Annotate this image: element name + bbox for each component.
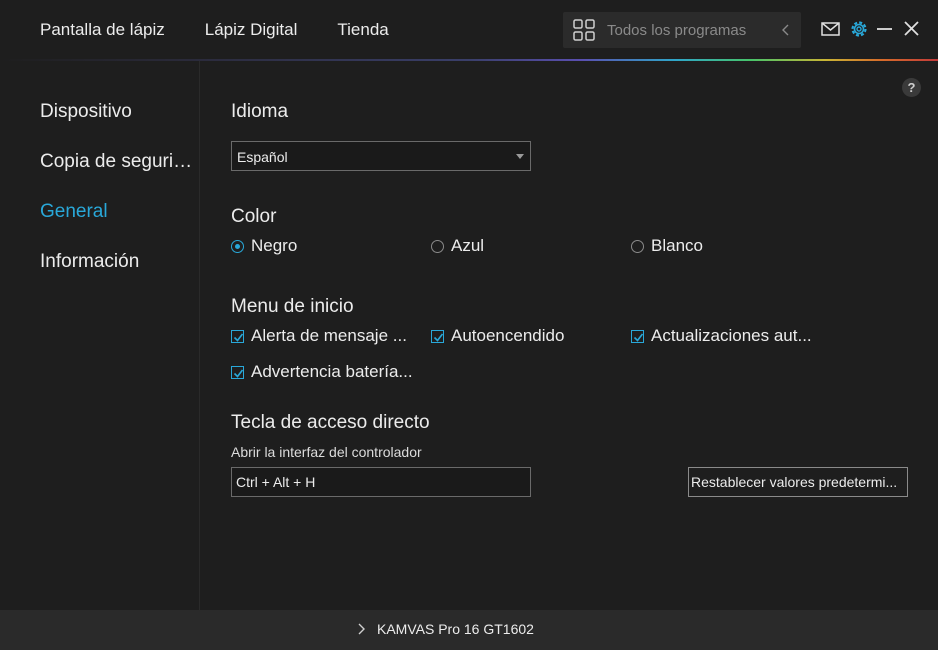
checkbox-label: Autoencendido bbox=[451, 326, 565, 345]
sidebar-item-info[interactable]: Información bbox=[40, 251, 200, 273]
radio-color-blue[interactable]: Azul bbox=[431, 236, 484, 256]
reset-defaults-button[interactable]: Restablecer valores predetermi... bbox=[688, 467, 908, 497]
checkbox-label: Actualizaciones aut... bbox=[651, 326, 812, 345]
checkbox-label: Alerta de mensaje ... bbox=[251, 326, 407, 345]
grid-icon[interactable] bbox=[573, 19, 595, 41]
sidebar-item-backup[interactable]: Copia de seguridad bbox=[40, 151, 200, 173]
checkbox-autostart[interactable]: Autoencendido bbox=[431, 326, 564, 346]
radio-unselected-icon bbox=[631, 239, 644, 253]
footer: KAMVAS Pro 16 GT1602 bbox=[0, 610, 938, 650]
hotkey-label: Abrir la interfaz del controlador bbox=[231, 444, 422, 460]
checkbox-checked-icon bbox=[631, 329, 644, 343]
sidebar-item-general[interactable]: General bbox=[40, 201, 200, 223]
chevron-right-icon bbox=[358, 623, 365, 635]
checkbox-label: Advertencia batería... bbox=[251, 362, 413, 381]
checkbox-battery-warning[interactable]: Advertencia batería... bbox=[231, 362, 413, 382]
radio-selected-icon bbox=[231, 239, 244, 253]
checkbox-auto-updates[interactable]: Actualizaciones aut... bbox=[631, 326, 812, 346]
color-title: Color bbox=[231, 206, 277, 227]
dropdown-arrow-icon bbox=[516, 154, 524, 159]
help-icon[interactable]: ? bbox=[902, 78, 921, 97]
radio-unselected-icon bbox=[431, 239, 444, 253]
radio-label: Negro bbox=[251, 236, 298, 255]
program-search bbox=[563, 12, 801, 48]
chevron-left-icon[interactable] bbox=[779, 23, 793, 37]
hotkey-input[interactable] bbox=[231, 467, 531, 497]
device-name: KAMVAS Pro 16 GT1602 bbox=[377, 621, 534, 637]
nav-pen-tablet[interactable]: Lápiz Digital bbox=[205, 20, 298, 40]
nav-pen-display[interactable]: Pantalla de lápiz bbox=[40, 20, 165, 40]
language-title: Idioma bbox=[231, 101, 289, 122]
close-icon[interactable] bbox=[901, 18, 923, 40]
radio-color-white[interactable]: Blanco bbox=[631, 236, 703, 256]
minimize-icon[interactable] bbox=[874, 18, 896, 40]
gear-icon[interactable] bbox=[848, 18, 870, 40]
top-bar: Pantalla de lápiz Lápiz Digital Tienda bbox=[0, 0, 938, 61]
nav-store[interactable]: Tienda bbox=[337, 20, 388, 40]
radio-color-black[interactable]: Negro bbox=[231, 236, 297, 256]
checkbox-message-alert[interactable]: Alerta de mensaje ... bbox=[231, 326, 407, 346]
checkbox-checked-icon bbox=[431, 329, 444, 343]
sidebar: Dispositivo Copia de seguridad General I… bbox=[0, 61, 200, 610]
hotkey-title: Tecla de acceso directo bbox=[231, 412, 430, 433]
search-input[interactable] bbox=[607, 20, 772, 40]
radio-label: Blanco bbox=[651, 236, 703, 255]
checkbox-checked-icon bbox=[231, 365, 244, 379]
top-nav: Pantalla de lápiz Lápiz Digital Tienda bbox=[40, 0, 429, 60]
sidebar-item-device[interactable]: Dispositivo bbox=[40, 101, 200, 123]
device-selector[interactable]: KAMVAS Pro 16 GT1602 bbox=[357, 621, 534, 637]
mail-icon[interactable] bbox=[820, 18, 842, 40]
checkbox-checked-icon bbox=[231, 329, 244, 343]
language-value: Español bbox=[237, 149, 288, 165]
radio-label: Azul bbox=[451, 236, 485, 255]
language-select[interactable]: Español bbox=[231, 141, 531, 171]
startup-title: Menu de inicio bbox=[231, 296, 354, 317]
